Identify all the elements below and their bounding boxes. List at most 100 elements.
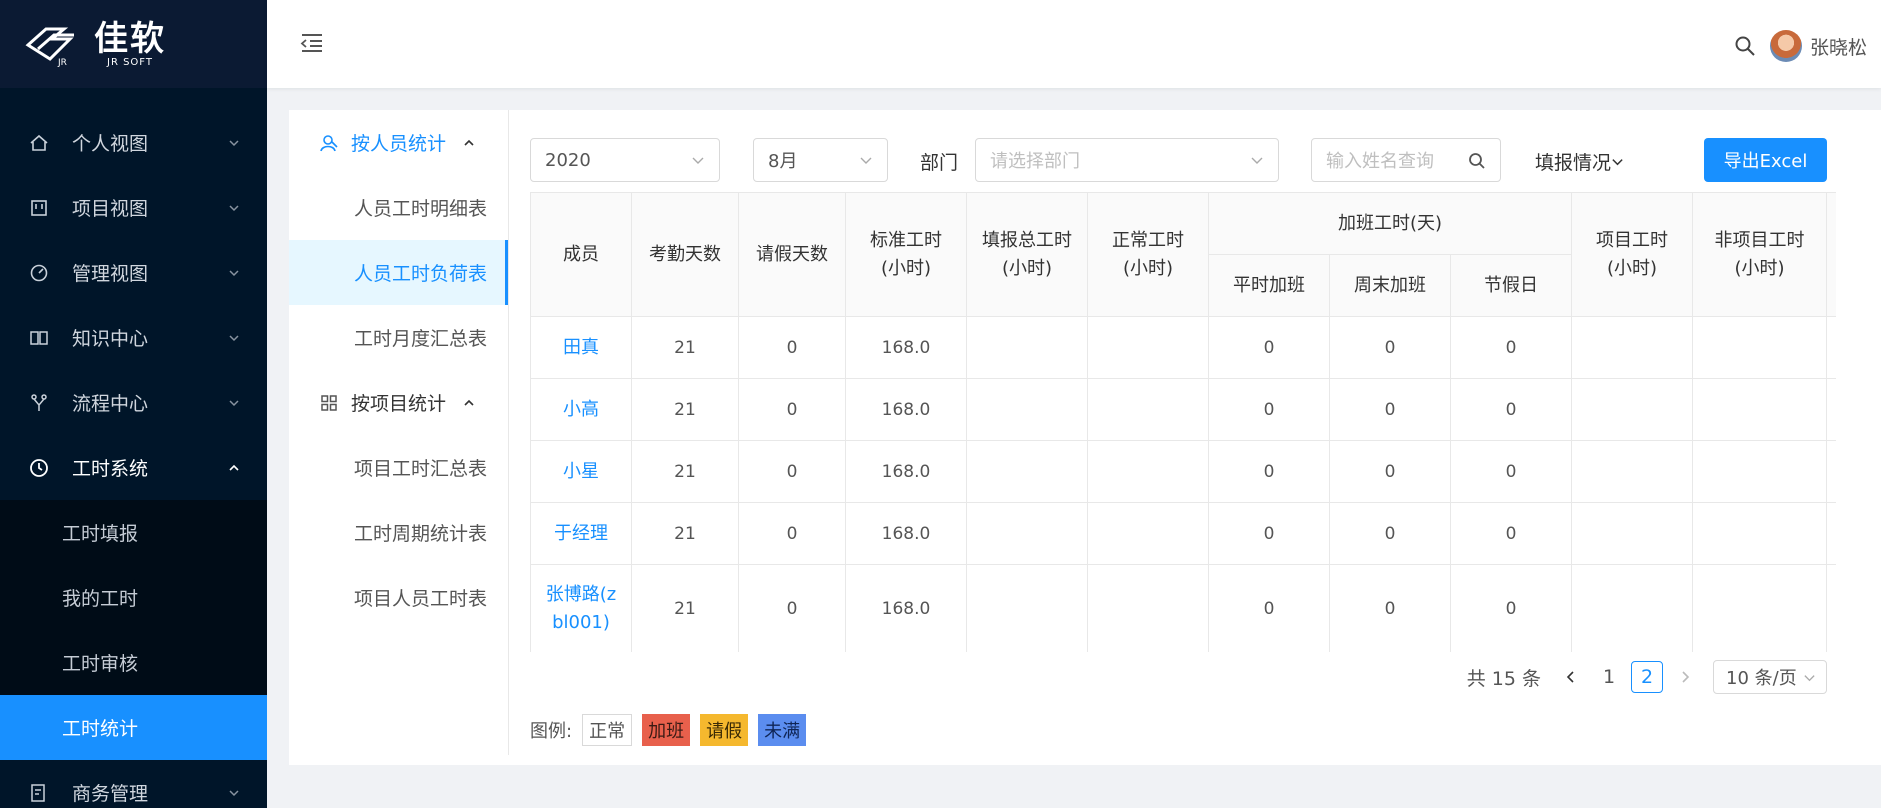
submenu-my-timesheet[interactable]: 我的工时 <box>0 565 267 630</box>
prev-page-button[interactable] <box>1555 661 1587 693</box>
top-header: 张晓松 <box>267 0 1881 88</box>
member-name-link[interactable]: 张博路(z bl001) <box>530 564 632 652</box>
legend-overtime: 加班 <box>642 714 691 746</box>
clock-icon <box>28 457 50 479</box>
menu-project-view[interactable]: 项目视图 <box>0 175 267 240</box>
menu-process-center[interactable]: 流程中心 <box>0 370 267 435</box>
submenu-timesheet-fill[interactable]: 工时填报 <box>0 500 267 565</box>
header-normal-hours: 正常工时 (小时) <box>1087 192 1209 317</box>
group-by-project[interactable]: 按项目统计 <box>289 370 508 435</box>
chevron-down-icon <box>229 334 239 341</box>
user-name[interactable]: 张晓松 <box>1810 33 1867 60</box>
chevron-down-icon <box>229 399 239 406</box>
sidebar: JR 佳软 JR SOFT 个人视图 项目视图 管理视图 知识中心 流程中心 工… <box>0 0 267 808</box>
chevron-left-icon <box>1566 671 1574 683</box>
submenu-timesheet-review[interactable]: 工时审核 <box>0 630 267 695</box>
table-row: 田真 21 0 168.0 0 0 0 <box>530 316 1836 379</box>
chevron-down-icon <box>692 157 704 164</box>
header-filled-hours: 填报总工时 (小时) <box>966 192 1088 317</box>
legend-label: 图例: <box>530 721 573 742</box>
page-2[interactable]: 2 <box>1631 661 1663 693</box>
nav-monthly-summary[interactable]: 工时月度汇总表 <box>289 305 508 370</box>
year-select[interactable]: 2020 <box>530 138 720 182</box>
header-attend-days: 考勤天数 <box>631 192 739 317</box>
chevron-right-icon <box>1682 671 1690 683</box>
menu-fold-icon[interactable] <box>299 30 325 56</box>
pagination: 共 15 条 1 2 10 条/页 <box>1467 660 1827 694</box>
filter-bar: 2020 8月 部门 请选择部门 输入姓名查询 填报情况 导出Excel <box>530 138 1881 182</box>
table-row: 小高 21 0 168.0 0 0 0 <box>530 378 1836 441</box>
legend-leave: 请假 <box>700 714 749 746</box>
workload-table: 成员 考勤天数 请假天数 标准工时 (小时) 填报总工时 (小时) 正常工时 (小时)… <box>530 192 1836 652</box>
contract-icon <box>28 782 50 804</box>
month-select[interactable]: 8月 <box>753 138 888 182</box>
avatar[interactable] <box>1769 30 1802 62</box>
grid-icon <box>321 394 337 411</box>
header-leave-days: 请假天数 <box>738 192 846 317</box>
header-overtime: 加班工时(天) <box>1208 192 1572 255</box>
header-nonproject-hours: 非项目工时 (小时) <box>1692 192 1827 317</box>
logo: JR 佳软 JR SOFT <box>0 0 267 88</box>
dashboard-icon <box>28 262 50 284</box>
brand-name: 佳软 <box>94 18 166 59</box>
menu-business-management[interactable]: 商务管理 <box>0 760 267 808</box>
group-by-person[interactable]: 按人员统计 <box>289 110 508 175</box>
nav-period-stats[interactable]: 工时周期统计表 <box>289 500 508 565</box>
member-name-link[interactable]: 田真 <box>530 316 632 379</box>
chevron-down-icon <box>229 139 239 146</box>
total-count: 共 15 条 <box>1466 667 1541 690</box>
chevron-up-icon <box>464 399 474 406</box>
legend-insufficient: 未满 <box>758 714 807 746</box>
project-icon <box>28 197 50 219</box>
nav-person-load[interactable]: 人员工时负荷表 <box>289 240 508 305</box>
header-weekday-ot: 平时加班 <box>1208 254 1330 317</box>
menu-knowledge-center[interactable]: 知识中心 <box>0 305 267 370</box>
chevron-down-icon <box>229 789 239 796</box>
menu-management-view[interactable]: 管理视图 <box>0 240 267 305</box>
chevron-down-icon <box>860 157 872 164</box>
chevron-down-icon <box>229 204 239 211</box>
dept-label: 部门 <box>920 152 959 174</box>
timesheet-submenu: 工时填报 我的工时 工时审核 工时统计 <box>0 500 267 760</box>
legend: 图例: 正常 加班 请假 未满 <box>530 714 807 746</box>
chevron-down-icon <box>1612 159 1623 166</box>
header-holiday-ot: 节假日 <box>1450 254 1572 317</box>
member-name-link[interactable]: 小高 <box>530 378 632 441</box>
header-member: 成员 <box>530 192 632 317</box>
chevron-down-icon <box>229 269 239 276</box>
header-standard-hours: 标准工时 (小时) <box>845 192 967 317</box>
main-menu: 个人视图 项目视图 管理视图 知识中心 流程中心 工时系统 工时填报 我的工时 … <box>0 88 267 808</box>
menu-timesheet-system[interactable]: 工时系统 <box>0 435 267 500</box>
user-icon <box>320 134 338 151</box>
page-size-select[interactable]: 10 条/页 <box>1713 660 1827 694</box>
search-icon[interactable] <box>1734 35 1756 57</box>
jr-logo-icon: JR <box>24 19 88 69</box>
page-1[interactable]: 1 <box>1593 661 1625 693</box>
next-page-button[interactable] <box>1669 661 1701 693</box>
nav-person-detail[interactable]: 人员工时明细表 <box>289 175 508 240</box>
table-row: 张博路(z bl001) 21 0 168.0 0 0 0 <box>530 564 1836 652</box>
chevron-down-icon <box>1804 675 1815 682</box>
menu-personal-view[interactable]: 个人视图 <box>0 110 267 175</box>
export-excel-button[interactable]: 导出Excel <box>1704 138 1827 182</box>
table-row: 于经理 21 0 168.0 0 0 0 <box>530 502 1836 565</box>
submenu-timesheet-stats[interactable]: 工时统计 <box>0 695 267 760</box>
member-name-link[interactable]: 小星 <box>530 440 632 503</box>
nav-project-person[interactable]: 项目人员工时表 <box>289 565 508 630</box>
main-content: 按人员统计 人员工时明细表 人员工时负荷表 工时月度汇总表 按项目统计 项目工时… <box>289 110 1881 765</box>
dept-select[interactable]: 请选择部门 <box>975 138 1279 182</box>
nav-project-summary[interactable]: 项目工时汇总表 <box>289 435 508 500</box>
search-icon[interactable] <box>1468 152 1486 170</box>
branch-icon <box>28 392 50 414</box>
header-weekend-ot: 周末加班 <box>1329 254 1451 317</box>
header-project-hours: 项目工时 (小时) <box>1571 192 1693 317</box>
home-icon <box>28 132 50 154</box>
member-name-link[interactable]: 于经理 <box>530 502 632 565</box>
svg-text:JR: JR <box>57 58 67 68</box>
table-row: 小星 21 0 168.0 0 0 0 <box>530 440 1836 503</box>
chevron-up-icon <box>464 139 474 146</box>
fill-status-dropdown[interactable]: 填报情况 <box>1535 148 1624 175</box>
name-search-input[interactable]: 输入姓名查询 <box>1311 138 1501 182</box>
legend-normal: 正常 <box>582 714 633 746</box>
book-icon <box>28 327 50 349</box>
